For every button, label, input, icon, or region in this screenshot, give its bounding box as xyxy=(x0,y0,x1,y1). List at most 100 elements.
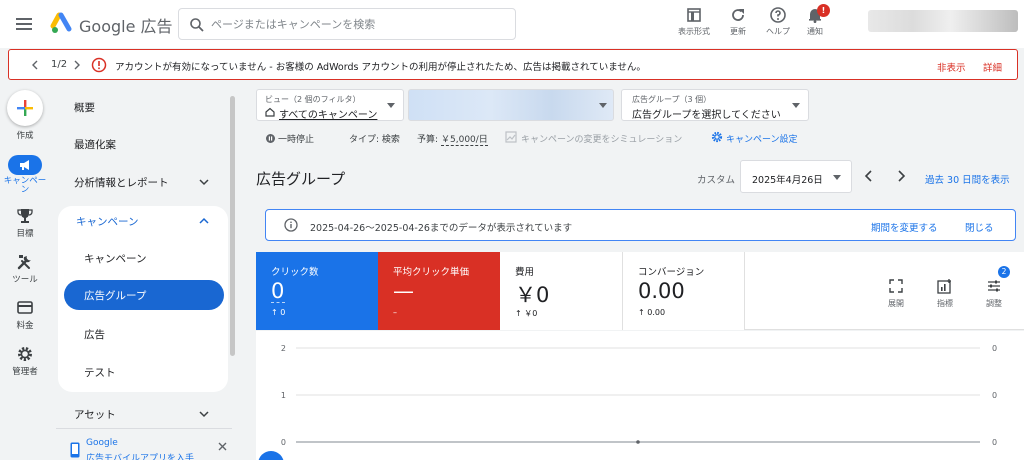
refresh-icon xyxy=(732,9,744,21)
tune-icon xyxy=(988,280,1000,292)
nav-item-assets[interactable]: アセット xyxy=(74,407,116,422)
y-left-tick-label: 2 xyxy=(281,344,286,353)
plus-icon xyxy=(17,100,33,116)
alert-details-link[interactable]: 詳細 xyxy=(983,60,1002,74)
date-range-dropdown[interactable]: 2025年4月26日 xyxy=(740,160,852,193)
y-right-tick-label: 0 xyxy=(992,391,997,400)
metric-change: – xyxy=(393,308,397,317)
rail-label-admin: 管理者 xyxy=(12,367,38,377)
expand-label: 展開 xyxy=(888,299,904,308)
campaign-selector-blurred[interactable] xyxy=(408,89,614,121)
expand-button[interactable]: 展開 xyxy=(878,278,914,309)
date-info-banner: 2025-04-26〜2025-04-26までのデータが表示されています 期間を… xyxy=(265,209,1016,241)
caret-down-icon xyxy=(387,103,395,108)
rail-label-goals: 目標 xyxy=(16,229,34,239)
chevron-down-icon[interactable] xyxy=(198,408,210,420)
show-past-30-days-link[interactable]: 過去 30 日間を表示 xyxy=(925,172,1010,186)
metrics-button[interactable]: 指標 xyxy=(927,278,963,309)
date-mode-label: カスタム xyxy=(697,175,736,186)
nav-panel: 概要 最適化案 分析情報とレポート キャンペーン キャンペーン 広告グループ 広… xyxy=(56,84,232,460)
adjust-badge: 2 xyxy=(998,266,1010,278)
nav-sub-item-campaigns[interactable]: キャンペーン xyxy=(84,251,146,266)
notification-badge: ! xyxy=(817,4,830,17)
chevron-up-icon[interactable] xyxy=(198,215,210,227)
metric-divider xyxy=(744,252,745,330)
appearance-button[interactable]: 表示形式 xyxy=(672,4,716,44)
metrics-panel: クリック数 0 ↑ 0 平均クリック単価 — – 費用 ￥0 ↑ ￥0 コンバー… xyxy=(256,252,1024,330)
nav-item-insights[interactable]: 分析情報とレポート xyxy=(74,175,169,190)
metric-label: 費用 xyxy=(515,267,535,278)
search-box[interactable] xyxy=(178,8,516,40)
home-icon xyxy=(265,107,275,117)
metric-change: ↑ 0 xyxy=(271,308,286,317)
metric-card-clicks[interactable]: クリック数 0 ↑ 0 xyxy=(256,252,378,330)
trophy-icon[interactable] xyxy=(15,207,35,225)
adgroup-filter-value: 広告グループを選択してください xyxy=(632,110,781,121)
budget-label: 予算: xyxy=(417,135,439,145)
google-ads-logo-icon[interactable] xyxy=(50,12,74,36)
alert-hide-link[interactable]: 非表示 xyxy=(937,60,966,74)
chart-svg: 2 0 1 0 0 0 xyxy=(281,344,997,447)
tools-icon[interactable] xyxy=(15,253,35,271)
nav-sub-item-ads[interactable]: 広告 xyxy=(84,327,105,342)
y-left-tick-label: 1 xyxy=(281,391,286,400)
y-left-tick-label: 0 xyxy=(281,438,286,447)
metric-underline xyxy=(271,302,285,303)
account-info-blurred[interactable] xyxy=(868,10,1018,32)
simulate-changes: キャンペーンの変更をシミュレーション xyxy=(521,135,683,145)
create-button[interactable] xyxy=(7,90,43,126)
change-period-link[interactable]: 期間を変更する xyxy=(871,220,938,234)
chevron-left-icon[interactable] xyxy=(29,59,41,71)
banner-text: 2025-04-26〜2025-04-26までのデータが表示されています xyxy=(310,223,573,234)
caret-down-icon xyxy=(599,103,607,108)
refresh-label: 更新 xyxy=(730,27,746,36)
adgroup-filter-dropdown[interactable]: 広告グループ（3 個） 広告グループを選択してください xyxy=(621,89,809,121)
metrics-icon xyxy=(937,279,951,294)
pause-status-icon xyxy=(266,134,275,143)
nav-sub-item-label: 広告グループ xyxy=(84,290,147,302)
gear-icon[interactable] xyxy=(15,345,35,363)
chevron-right-icon[interactable] xyxy=(71,59,83,71)
metric-label: クリック数 xyxy=(271,267,319,278)
metric-value: 0 xyxy=(271,279,285,303)
alert-message: アカウントが有効になっていません - お客様の AdWords アカウントの利用… xyxy=(115,62,646,73)
search-input[interactable] xyxy=(211,15,501,33)
phone-icon xyxy=(70,442,80,458)
info-icon xyxy=(284,218,298,232)
previous-period-icon[interactable] xyxy=(861,168,877,184)
caret-down-icon xyxy=(833,175,841,180)
nav-item-recommendations[interactable]: 最適化案 xyxy=(74,137,116,152)
metric-change: ↑ 0.00 xyxy=(638,308,666,317)
rail-label-tools: ツール xyxy=(12,275,38,285)
brand-name[interactable]: Google 広告 xyxy=(79,13,173,37)
refresh-button[interactable]: 更新 xyxy=(716,4,760,44)
campaign-settings-link[interactable]: キャンペーン設定 xyxy=(726,132,798,145)
view-filter-dropdown[interactable]: ビュー（2 個のフィルタ） すべてのキャンペーン xyxy=(256,89,404,121)
chevron-down-icon[interactable] xyxy=(198,176,210,188)
billing-icon[interactable] xyxy=(15,299,35,317)
next-period-icon[interactable] xyxy=(893,168,909,184)
close-icon[interactable] xyxy=(218,442,227,451)
data-point[interactable] xyxy=(636,440,640,444)
close-banner-link[interactable]: 閉じる xyxy=(965,220,994,234)
metric-card-conversions[interactable]: コンバージョン 0.00 ↑ 0.00 xyxy=(623,252,745,330)
metric-card-avg-cpc[interactable]: 平均クリック単価 — – xyxy=(378,252,500,330)
budget-value[interactable]: ￥5,000/日 xyxy=(441,132,488,146)
y-right-tick-label: 0 xyxy=(992,344,997,353)
nav-sub-item-adgroups[interactable]: 広告グループ xyxy=(64,280,224,310)
nav-scrollbar[interactable] xyxy=(230,96,235,356)
nav-item-campaigns-section[interactable]: キャンペーン xyxy=(76,214,138,229)
adjust-button[interactable]: 調整 2 xyxy=(976,266,1012,309)
menu-icon[interactable] xyxy=(14,14,34,34)
campaign-status[interactable]: 一時停止 xyxy=(278,132,314,145)
rail-item-campaigns[interactable] xyxy=(8,155,42,175)
mobile-app-promo[interactable]: Google 広告モバイルアプリを入手 xyxy=(64,432,232,460)
metric-card-cost[interactable]: 費用 ￥0 ↑ ￥0 xyxy=(500,252,622,330)
nav-item-overview[interactable]: 概要 xyxy=(74,100,95,115)
notifications-button[interactable]: 通知 ! xyxy=(793,4,837,44)
nav-divider xyxy=(56,428,232,429)
adjust-label: 調整 xyxy=(986,299,1002,308)
nav-sub-item-experiments[interactable]: テスト xyxy=(84,365,116,380)
megaphone-icon xyxy=(20,160,29,170)
rail-label-billing: 料金 xyxy=(16,321,34,331)
